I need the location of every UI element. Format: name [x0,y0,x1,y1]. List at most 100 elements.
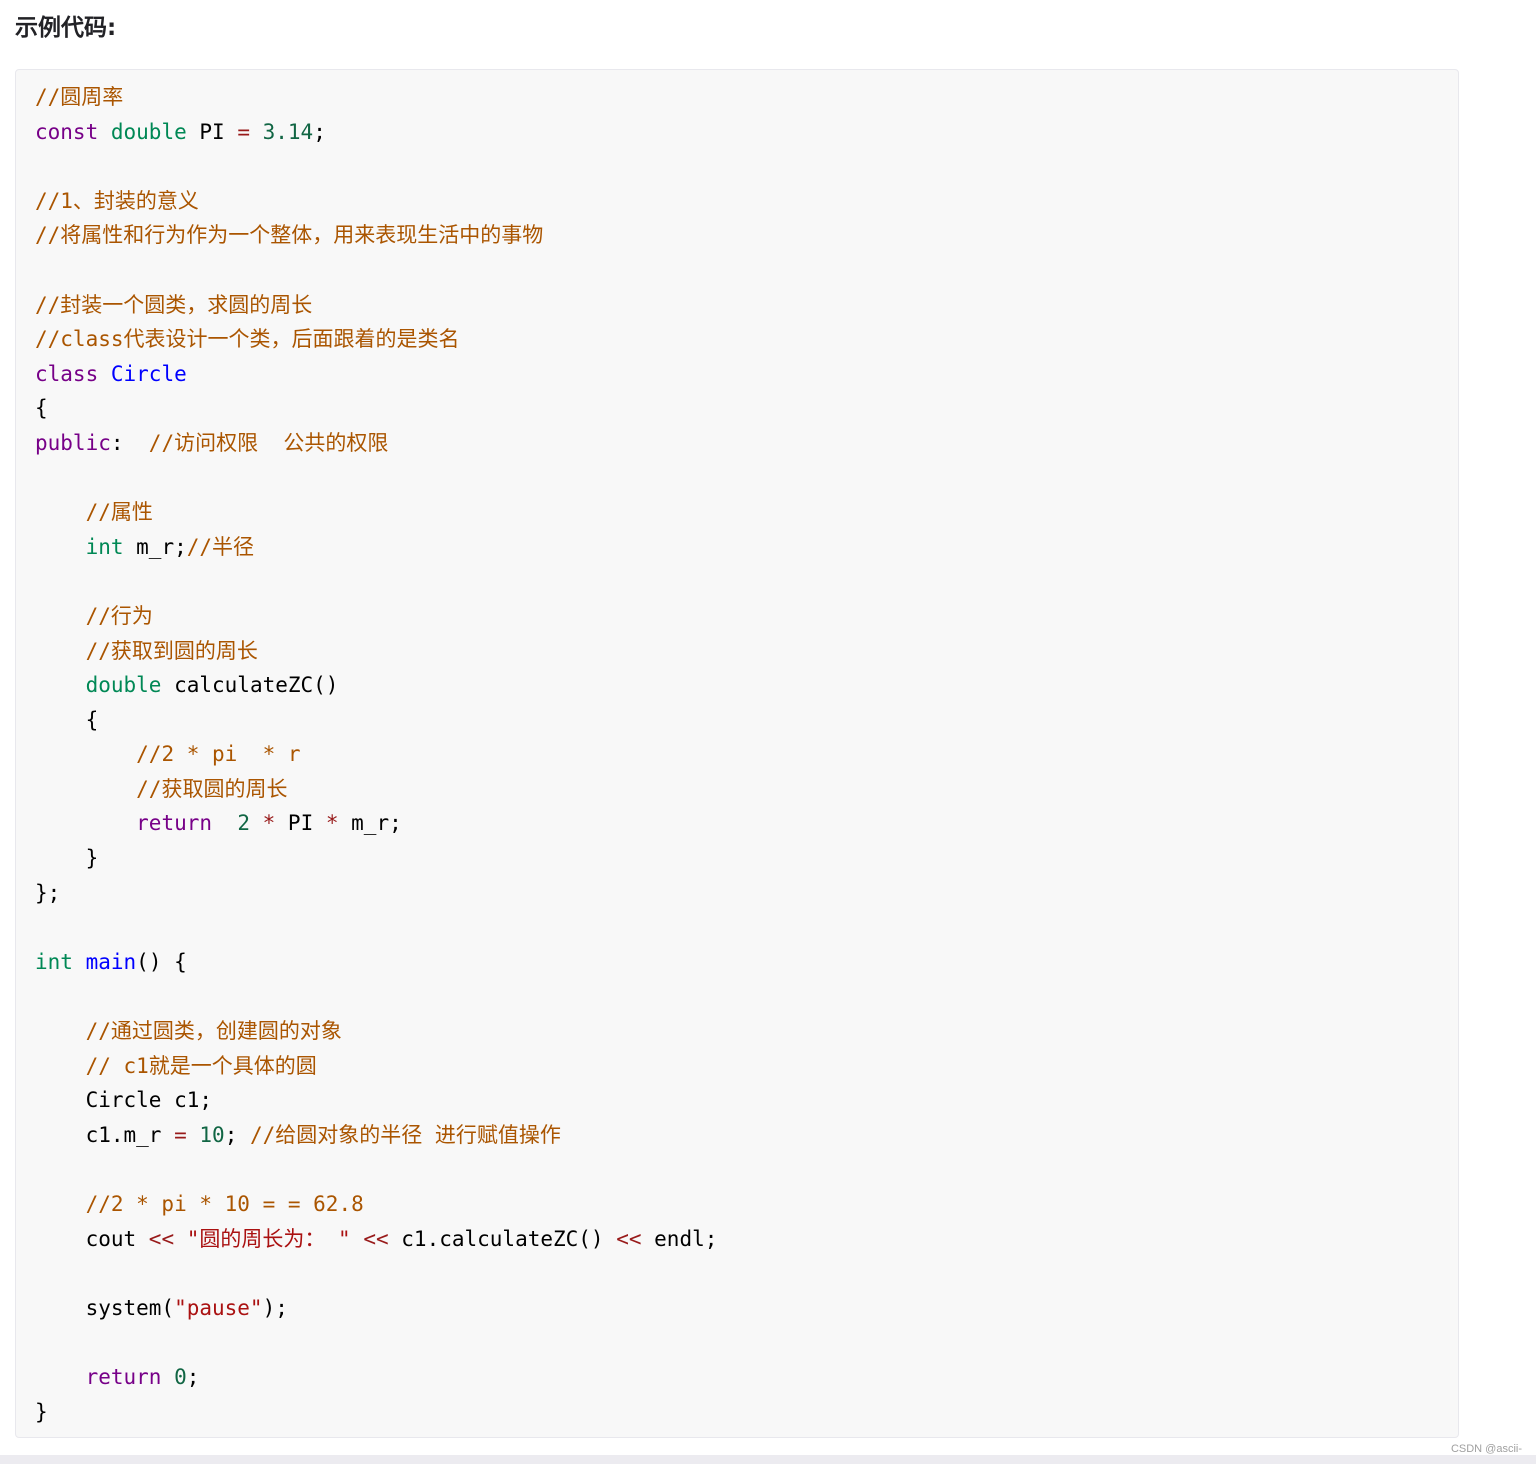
code-token-def: Circle [110,361,187,386]
code-block[interactable]: //圆周率 const double PI = 3.14; //1、封装的意义 //… [15,69,1459,1438]
code-token-number: 10 [199,1122,225,1147]
code-token-op: = [237,119,250,144]
code-token-comment: //封装一个圆类，求圆的周长 [35,292,313,317]
code-token-keyword: class [35,361,99,386]
code-line: public: //访问权限 公共的权限 [35,426,717,461]
code-token-number: 2 [237,811,250,836]
code-token-op: = [174,1122,187,1147]
code-token-number: 3.14 [262,119,314,144]
code-line: cout << "圆的周长为： " << c1.calculateZC() <<… [35,1222,718,1257]
code-line: //2 * pi * 10 = = 62.8 [35,1187,717,1222]
code-token-comment: //通过圆类，创建圆的对象 [85,1019,342,1044]
code-token-plain: calculateZC() [161,673,339,698]
code-line: int m_r;//半径 [35,530,717,565]
code-content: //圆周率 const double PI = 3.14; //1、封装的意义 //… [35,80,717,1429]
code-token-plain: m_r; [123,534,187,559]
code-token-plain: } [35,846,99,871]
code-token-comment: //2 * pi * 10 = = 62.8 [85,1192,364,1216]
code-line: class Circle [35,357,717,392]
code-token-op: << [148,1226,175,1251]
code-token-plain: c1.m_r [35,1122,175,1147]
code-token-comment: //将属性和行为作为一个整体，用来表现生活中的事物 [35,223,544,248]
code-token-plain: Circle c1; [35,1088,213,1113]
code-line: //class代表设计一个类，后面跟着的是类名 [35,322,717,357]
code-token-string: "圆的周长为： " [186,1226,351,1251]
code-token-comment: //1、封装的意义 [35,188,199,213]
code-token-plain: } [35,1399,48,1424]
code-token-comment: //给圆对象的半径 进行赋值操作 [249,1122,561,1147]
code-line: //获取到圆的周长 [35,634,717,669]
code-line: { [35,703,717,738]
watermark: CSDN @ascii- [1450,1443,1522,1455]
code-token-plain: () { [136,949,187,974]
code-token-plain: ; [224,1122,250,1147]
code-line: { [35,391,717,426]
code-token-plain: m_r; [338,811,402,836]
code-token-comment: //圆周率 [35,85,124,109]
code-token-plain: system( [35,1295,175,1320]
code-line: //行为 [35,599,717,634]
code-token-op: << [363,1226,389,1251]
code-line: //通过圆类，创建圆的对象 [35,1014,717,1049]
code-line: c1.m_r = 10; //给圆对象的半径 进行赋值操作 [35,1118,717,1153]
code-token-comment: //半径 [186,534,255,559]
code-line: }; [35,876,717,911]
code-token-type: double [110,119,187,144]
code-line: //封装一个圆类，求圆的周长 [35,288,717,323]
code-token-plain: endl; [641,1226,718,1251]
code-line: //将属性和行为作为一个整体，用来表现生活中的事物 [35,218,717,253]
code-token-plain: PI [275,811,326,836]
code-line: //圆周率 [35,80,717,115]
code-line: return 0; [35,1360,717,1395]
code-line: } [35,1395,717,1430]
code-token-plain: c1.calculateZC() [388,1226,617,1251]
code-line: //获取圆的周长 [35,772,717,807]
code-token-plain: : [110,430,149,455]
code-line: //1、封装的意义 [35,184,717,219]
code-token-plain: }; [35,880,61,905]
code-token-def: main [85,949,137,974]
code-token-type: double [85,673,162,698]
code-token-plain: { [35,396,48,421]
code-token-comment: //获取圆的周长 [136,776,288,801]
code-line: int main() { [35,945,717,980]
code-token-comment: //获取到圆的周长 [85,638,258,663]
code-token-op: << [616,1226,642,1251]
code-token-number: 0 [174,1364,187,1389]
code-token-keyword: return [136,811,213,836]
section-heading: 示例代码: [15,15,117,41]
code-line: system("pause"); [35,1291,717,1326]
code-token-keyword: return [85,1364,162,1389]
code-token-comment: //属性 [85,500,153,525]
code-token-plain: { [35,707,99,732]
code-token-keyword: const [35,119,99,144]
code-line: } [35,841,717,876]
code-token-type: int [85,534,124,559]
code-line: //2 * pi * r [35,737,717,772]
